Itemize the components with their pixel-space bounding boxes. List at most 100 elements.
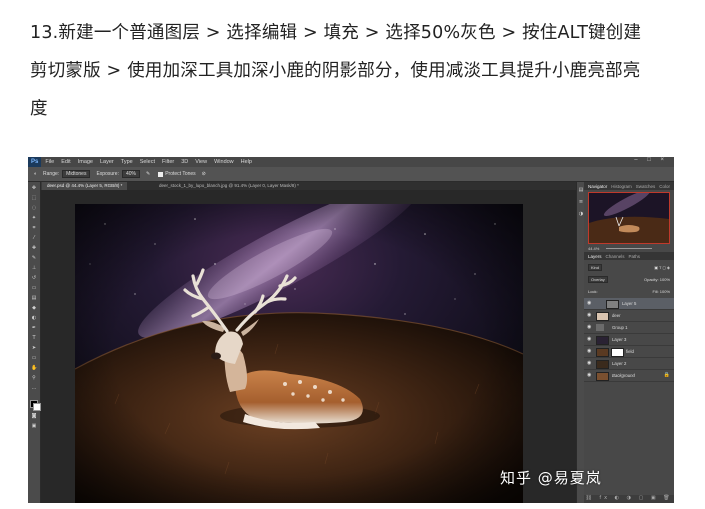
- zoom-value[interactable]: 44.4%: [588, 246, 599, 251]
- gradient-tool-icon[interactable]: ▤: [31, 296, 37, 301]
- move-tool-icon[interactable]: ✥: [31, 186, 37, 191]
- hand-tool-icon[interactable]: ✋: [31, 366, 37, 371]
- window-controls[interactable]: – □ ×: [634, 157, 668, 163]
- dodge-tool-side-icon[interactable]: ◐: [31, 316, 37, 321]
- layer-thumbnail: [596, 336, 609, 345]
- menu-file[interactable]: File: [45, 159, 54, 165]
- protect-tones-checkbox[interactable]: [158, 171, 164, 177]
- exposure-label: Exposure:: [96, 171, 119, 177]
- tab-color[interactable]: Color: [659, 184, 670, 189]
- tab-histogram[interactable]: Histogram: [611, 184, 632, 189]
- menu-3d[interactable]: 3D: [181, 159, 188, 165]
- marquee-tool-icon[interactable]: ⬚: [31, 196, 37, 201]
- photoshop-logo: Ps: [28, 157, 42, 167]
- brush-tool-icon[interactable]: ✎: [31, 256, 37, 261]
- folder-icon: [596, 324, 604, 331]
- menu-help[interactable]: Help: [241, 159, 252, 165]
- layer-thumbnail: [596, 360, 609, 369]
- pen-tool-icon[interactable]: ✒: [31, 326, 37, 331]
- menu-view[interactable]: View: [195, 159, 207, 165]
- crop-tool-icon[interactable]: ⌗: [31, 226, 37, 231]
- background-color-swatch[interactable]: [33, 403, 41, 411]
- layers-bottom-icons[interactable]: ⛓ fx ◐ ◑ ▢ ▣ 🗑: [584, 495, 674, 503]
- lock-icon: 🔒: [663, 372, 670, 378]
- zoom-slider[interactable]: [606, 248, 653, 250]
- edit-toolbar-icon[interactable]: …: [31, 386, 37, 391]
- visibility-eye-icon[interactable]: ◉: [587, 349, 592, 354]
- layer-thumbnail: [596, 312, 609, 321]
- menu-select[interactable]: Select: [140, 159, 155, 165]
- document-tabs: deer.psd @ 44.4% (Layer 5, RGB/8) * deer…: [42, 182, 602, 190]
- healing-brush-icon[interactable]: ✚: [31, 246, 37, 251]
- layer-row[interactable]: ◉ Layer 2: [584, 358, 674, 370]
- visibility-eye-icon[interactable]: ◉: [587, 373, 592, 378]
- menu-type[interactable]: Type: [121, 159, 133, 165]
- eyedropper-icon[interactable]: ⁄: [31, 236, 37, 241]
- blur-tool-icon[interactable]: ◆: [31, 306, 37, 311]
- screen-mode-icon[interactable]: ▣: [31, 424, 37, 429]
- layer-row[interactable]: ◉ Background 🔒: [584, 370, 674, 382]
- exposure-field[interactable]: 40%: [121, 170, 140, 178]
- fill-field[interactable]: Fill: 100%: [652, 289, 670, 294]
- menu-window[interactable]: Window: [214, 159, 234, 165]
- visibility-eye-icon[interactable]: ◉: [587, 313, 592, 318]
- range-label: Range:: [43, 171, 60, 177]
- visibility-eye-icon[interactable]: ◉: [587, 337, 592, 342]
- tab-channels[interactable]: Channels: [606, 254, 625, 259]
- quick-mask-icon[interactable]: ◙: [31, 414, 37, 419]
- layer-row[interactable]: ◉ Layer 3: [584, 334, 674, 346]
- filter-icons[interactable]: ▣ T ◻ ◈: [654, 265, 670, 270]
- visibility-eye-icon[interactable]: ◉: [587, 301, 592, 306]
- layers-list: ◉ Layer 5 ◉ deer ◉ Group 1 ◉ Layer 3 ◉ f…: [584, 298, 674, 382]
- layer-row[interactable]: ◉ deer: [584, 310, 674, 322]
- quick-select-icon[interactable]: ✦: [31, 216, 37, 221]
- tab-navigator[interactable]: Navigator: [588, 184, 607, 189]
- layer-row[interactable]: ◉ Group 1: [584, 322, 674, 334]
- pressure-icon[interactable]: ⊘: [202, 171, 206, 177]
- clone-stamp-icon[interactable]: ⊥: [31, 266, 37, 271]
- tab-deer-psd[interactable]: deer.psd @ 44.4% (Layer 5, RGB/8) *: [42, 182, 128, 190]
- layer-row[interactable]: ◉ field: [584, 346, 674, 358]
- deer-artwork-canvas[interactable]: [75, 204, 523, 503]
- tab-deer-stock[interactable]: deer_stock_1_by_lupo_blanch.jpg @ 91.4% …: [154, 182, 304, 190]
- instruction-line-3: 度: [30, 99, 48, 119]
- lock-row: Lock: Fill: 100%: [588, 286, 670, 296]
- layer-thumbnail: [596, 348, 609, 357]
- menu-filter[interactable]: Filter: [162, 159, 174, 165]
- zhihu-watermark: 知乎 @易夏岚: [500, 469, 602, 487]
- layer-row[interactable]: ◉ Layer 5: [584, 298, 674, 310]
- lasso-tool-icon[interactable]: ◌: [31, 206, 37, 211]
- layer-name: Layer 3: [612, 337, 627, 342]
- layer-thumbnail: [596, 372, 609, 381]
- tab-layers[interactable]: Layers: [588, 254, 602, 259]
- layer-mask-thumbnail[interactable]: [611, 348, 624, 357]
- instruction-line-1: 13.新建一个普通图层 > 选择编辑 > 填充 > 选择50%灰色 > 按住AL…: [30, 23, 642, 43]
- range-select[interactable]: Midtones: [62, 170, 91, 178]
- path-select-icon[interactable]: ➤: [31, 346, 37, 351]
- kind-filter-select[interactable]: Kind: [588, 263, 603, 271]
- visibility-eye-icon[interactable]: ◉: [587, 361, 592, 366]
- shape-tool-icon[interactable]: ▭: [31, 356, 37, 361]
- layer-filter-row: Kind ▣ T ◻ ◈: [588, 262, 670, 272]
- airbrush-icon[interactable]: ✎: [146, 171, 150, 177]
- tab-paths[interactable]: Paths: [629, 254, 641, 259]
- menu-layer[interactable]: Layer: [100, 159, 114, 165]
- opacity-field[interactable]: Opacity: 100%: [644, 277, 670, 282]
- history-brush-icon[interactable]: ↺: [31, 276, 37, 281]
- menu-image[interactable]: Image: [78, 159, 93, 165]
- options-bar: ◐ Range: Midtones Exposure: 40% ✎ Protec…: [28, 167, 674, 182]
- dodge-tool-icon[interactable]: ◐: [34, 171, 37, 177]
- eraser-icon[interactable]: ▭: [31, 286, 37, 291]
- right-panels: Navigator Histogram Swatches Color 44.4%…: [584, 182, 674, 503]
- type-tool-icon[interactable]: T: [31, 336, 37, 341]
- blend-mode-select[interactable]: Overlay: [588, 275, 608, 283]
- layer-name: field: [626, 349, 634, 354]
- navigator-thumbnail[interactable]: [588, 192, 670, 244]
- layer-name: Layer 5: [622, 301, 637, 306]
- tab-swatches[interactable]: Swatches: [636, 184, 656, 189]
- visibility-eye-icon[interactable]: ◉: [587, 325, 592, 330]
- zoom-tool-icon[interactable]: ⚲: [31, 376, 37, 381]
- menu-bar: Ps File Edit Image Layer Type Select Fil…: [28, 157, 674, 167]
- menu-edit[interactable]: Edit: [61, 159, 70, 165]
- instruction-text: 13.新建一个普通图层 > 选择编辑 > 填充 > 选择50%灰色 > 按住AL…: [30, 14, 690, 128]
